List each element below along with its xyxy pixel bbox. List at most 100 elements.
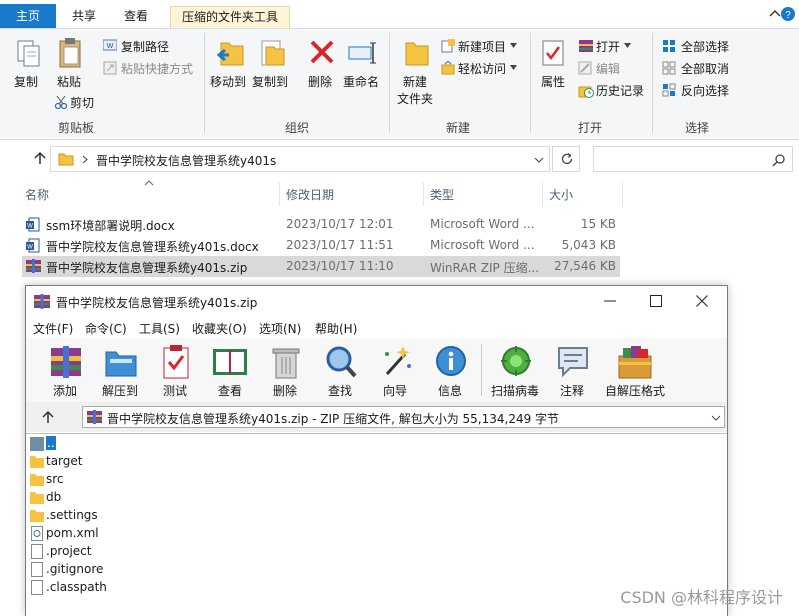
menu-commands[interactable]: 命令(C): [85, 320, 127, 337]
file-date: 2023/10/17 11:51: [286, 238, 394, 252]
wizard-button[interactable]: 向导: [366, 342, 424, 400]
select-all-button[interactable]: 全部选择: [681, 38, 729, 55]
search-input[interactable]: [593, 146, 793, 172]
close-icon[interactable]: [696, 295, 708, 307]
delete-archive-button[interactable]: 删除: [256, 342, 314, 400]
properties-button[interactable]: 属性: [541, 73, 565, 90]
address-bar[interactable]: 晋中学院校友信息管理系统y401s: [50, 146, 550, 172]
minimize-icon[interactable]: [604, 300, 616, 302]
column-divider[interactable]: [423, 182, 424, 206]
copy-to-icon: [261, 40, 285, 66]
menu-help[interactable]: 帮助(H): [315, 320, 357, 337]
tab-compressed-folder-tools[interactable]: 压缩的文件夹工具: [170, 6, 290, 28]
winrar-open-icon: [579, 40, 593, 52]
new-folder-button[interactable]: 新建: [403, 73, 427, 90]
copy-button[interactable]: 复制: [14, 73, 38, 90]
open-group-label: 打开: [577, 121, 602, 135]
file-row[interactable]: W 晋中学院校友信息管理系统y401s.docx 2023/10/17 11:5…: [22, 235, 620, 256]
delete-button[interactable]: 删除: [308, 73, 332, 90]
column-divider[interactable]: [542, 182, 543, 206]
add-label: 添加: [52, 384, 77, 398]
address-path: 晋中学院校友信息管理系统y401s: [96, 154, 277, 168]
view-button[interactable]: 查看: [201, 342, 259, 400]
entry-name: pom.xml: [46, 526, 99, 540]
file-type: Microsoft Word ...: [430, 217, 535, 231]
edit-button[interactable]: 编辑: [596, 60, 620, 77]
winrar-title: 晋中学院校友信息管理系统y401s.zip: [56, 296, 258, 310]
winrar-path-dropdown[interactable]: 晋中学院校友信息管理系统y401s.zip - ZIP 压缩文件, 解包大小为 …: [82, 406, 725, 428]
chevron-down-icon[interactable]: [534, 157, 544, 163]
menu-tools[interactable]: 工具(S): [139, 320, 180, 337]
refresh-button[interactable]: [552, 146, 580, 172]
column-header-modified[interactable]: 修改日期: [286, 186, 334, 203]
virus-scan-button[interactable]: 扫描病毒: [486, 342, 544, 400]
new-folder-button-line2[interactable]: 文件夹: [397, 90, 433, 107]
sort-ascending-icon: [144, 180, 154, 186]
chevron-down-icon: [510, 65, 517, 70]
add-button[interactable]: 添加: [36, 342, 94, 400]
winrar-title-bar[interactable]: 晋中学院校友信息管理系统y401s.zip: [26, 286, 727, 318]
extract-folder-icon: [105, 351, 137, 377]
comment-button[interactable]: 注释: [543, 342, 601, 400]
folder-icon: [58, 153, 74, 166]
move-to-button[interactable]: 移动到: [210, 73, 246, 90]
file-type: WinRAR ZIP 压缩...: [430, 261, 540, 275]
file-row-selected[interactable]: 晋中学院校友信息管理系统y401s.zip 2023/10/17 11:10 W…: [22, 256, 620, 277]
comment-label: 注释: [559, 384, 584, 398]
easy-access-icon: [441, 61, 455, 75]
entry-name: .settings: [46, 508, 98, 522]
select-all-icon: [663, 40, 675, 52]
new-item-button[interactable]: 新建项目: [458, 38, 506, 55]
tab-share[interactable]: 共享: [58, 6, 110, 28]
column-header-name[interactable]: 名称: [25, 186, 49, 203]
paste-button[interactable]: 粘贴: [57, 73, 81, 90]
file-icon: [31, 580, 43, 595]
extract-to-button[interactable]: 解压到: [91, 342, 149, 400]
file-row[interactable]: W ssm环境部署说明.docx 2023/10/17 12:01 Micros…: [22, 214, 620, 235]
copy-path-button[interactable]: 复制路径: [121, 38, 169, 55]
column-header-size[interactable]: 大小: [549, 186, 573, 203]
easy-access-button[interactable]: 轻松访问: [458, 60, 506, 77]
up-arrow-icon[interactable]: [33, 151, 47, 165]
file-icon: [31, 544, 43, 559]
clipboard-group-label: 剪贴板: [57, 121, 94, 135]
up-arrow-icon[interactable]: [41, 410, 55, 424]
svg-text:W: W: [27, 224, 33, 230]
paste-icon: [59, 38, 81, 68]
rename-button[interactable]: 重命名: [343, 73, 379, 90]
select-none-button[interactable]: 全部取消: [681, 60, 729, 77]
entry-name: src: [46, 472, 64, 486]
open-button[interactable]: 打开: [596, 38, 620, 55]
winrar-window: 晋中学院校友信息管理系统y401s.zip 文件(F) 命令(C) 工具(S) …: [25, 285, 728, 616]
file-name: 晋中学院校友信息管理系统y401s.zip: [46, 261, 248, 275]
comment-icon: [558, 347, 588, 378]
magic-wand-icon: [385, 346, 411, 376]
menu-file[interactable]: 文件(F): [33, 320, 73, 337]
winrar-archive-icon: [87, 410, 102, 424]
tab-home[interactable]: 主页: [0, 4, 56, 28]
info-button[interactable]: 信息: [421, 342, 479, 400]
menu-favorites[interactable]: 收藏夹(O): [192, 320, 247, 337]
add-archive-icon: [51, 346, 81, 378]
maximize-icon[interactable]: [650, 295, 662, 307]
cut-button[interactable]: 剪切: [70, 94, 94, 111]
entry-name: db: [46, 490, 62, 504]
find-button[interactable]: 查找: [311, 342, 369, 400]
move-to-icon: [217, 42, 244, 66]
file-date: 2023/10/17 11:10: [286, 259, 394, 273]
paste-shortcut-button[interactable]: 粘贴快捷方式: [121, 60, 193, 77]
column-divider[interactable]: [279, 182, 280, 206]
history-button[interactable]: 历史记录: [596, 82, 644, 99]
column-divider[interactable]: [622, 182, 623, 206]
help-icon[interactable]: ?: [780, 6, 796, 22]
menu-options[interactable]: 选项(N): [259, 320, 301, 337]
tab-view[interactable]: 查看: [112, 6, 160, 28]
column-header-type[interactable]: 类型: [430, 186, 454, 203]
test-button[interactable]: 测试: [146, 342, 204, 400]
extract-to-label: 解压到: [101, 384, 138, 398]
sfx-button[interactable]: 自解压格式: [600, 342, 670, 400]
copy-to-button[interactable]: 复制到: [252, 73, 288, 90]
group-divider: [389, 33, 390, 133]
file-size: 5,043 KB: [561, 238, 616, 252]
invert-selection-button[interactable]: 反向选择: [681, 82, 729, 99]
